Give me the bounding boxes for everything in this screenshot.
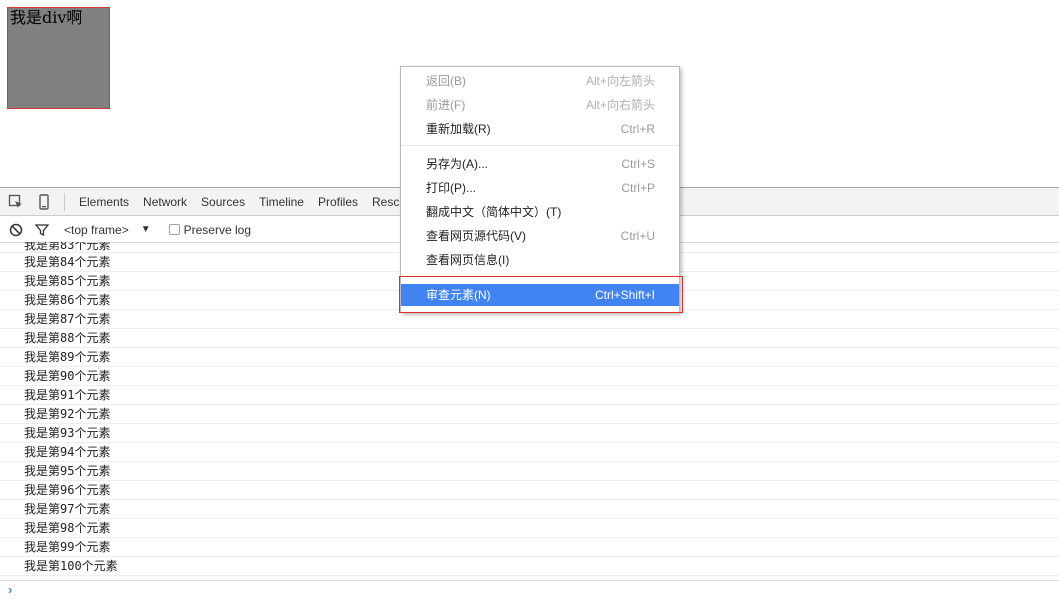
console-log-line: 我是第99个元素	[0, 538, 1059, 557]
console-log-line: 我是第100个元素	[0, 557, 1059, 576]
demo-div-text: 我是div啊	[10, 8, 83, 27]
menu-item-label: 重新加载(R)	[426, 122, 491, 136]
menu-item-shortcut: Alt+向右箭头	[585, 98, 655, 112]
console-prompt[interactable]: ›	[0, 580, 1059, 600]
tab-network[interactable]: Network	[136, 188, 194, 216]
menu-item-label: 另存为(A)...	[426, 157, 488, 171]
menu-translate[interactable]: 翻成中文（简体中文）(T)	[401, 201, 679, 223]
toolbar-divider	[64, 192, 65, 211]
preserve-log-checkbox[interactable]	[168, 224, 180, 235]
console-log-line: 我是第96个元素	[0, 481, 1059, 500]
menu-item-shortcut: Ctrl+U	[620, 229, 655, 243]
console-log-line: 我是第93个元素	[0, 424, 1059, 443]
tab-sources[interactable]: Sources	[194, 188, 252, 216]
menu-item-label: 打印(P)...	[426, 181, 476, 195]
menu-save-as[interactable]: 另存为(A)... Ctrl+S	[401, 153, 679, 175]
menu-inspect-element[interactable]: 审查元素(N) Ctrl+Shift+I	[401, 284, 679, 306]
tab-timeline[interactable]: Timeline	[252, 188, 311, 216]
preserve-log-label: Preserve log	[183, 222, 251, 237]
menu-item-label: 查看网页信息(I)	[426, 253, 510, 267]
menu-item-label: 查看网页源代码(V)	[426, 229, 526, 243]
clear-console-icon[interactable]	[6, 220, 26, 240]
console-log-line: 我是第97个元素	[0, 500, 1059, 519]
menu-item-label: 前进(F)	[426, 98, 466, 112]
menu-item-shortcut: Ctrl+R	[620, 122, 655, 136]
console-log-line: 我是第95个元素	[0, 462, 1059, 481]
menu-item-shortcut: Ctrl+P	[621, 181, 655, 195]
chevron-down-icon[interactable]: ▼	[141, 224, 151, 235]
menu-separator	[402, 276, 678, 277]
menu-forward: 前进(F) Alt+向右箭头	[401, 94, 679, 116]
console-log-line: 我是第88个元素	[0, 329, 1059, 348]
menu-item-label: 翻成中文（简体中文）(T)	[426, 205, 562, 219]
filter-icon[interactable]	[32, 220, 52, 240]
context-menu: 返回(B) Alt+向左箭头前进(F) Alt+向右箭头重新加载(R) Ctrl+R 另…	[400, 66, 680, 313]
menu-page-info[interactable]: 查看网页信息(I)	[401, 249, 679, 271]
preserve-log-toggle[interactable]: Preserve log	[168, 222, 251, 237]
menu-reload[interactable]: 重新加载(R) Ctrl+R	[401, 118, 679, 140]
menu-print[interactable]: 打印(P)... Ctrl+P	[401, 177, 679, 199]
menu-view-source[interactable]: 查看网页源代码(V) Ctrl+U	[401, 225, 679, 247]
console-log-line: 我是第92个元素	[0, 405, 1059, 424]
menu-item-label: 审查元素(N)	[426, 288, 491, 302]
demo-div: 我是div啊	[7, 7, 110, 109]
menu-item-shortcut: Alt+向左箭头	[585, 74, 655, 88]
console-log-line: 我是第98个元素	[0, 519, 1059, 538]
tab-elements[interactable]: Elements	[73, 188, 136, 216]
prompt-caret-icon: ›	[8, 582, 13, 597]
frame-selector[interactable]: <top frame>	[64, 223, 129, 237]
menu-item-shortcut: Ctrl+S	[621, 157, 655, 171]
tab-profiles[interactable]: Profiles	[311, 188, 365, 216]
console-log-line: 我是第91个元素	[0, 386, 1059, 405]
device-mode-icon[interactable]	[32, 190, 56, 214]
inspect-element-icon[interactable]	[4, 190, 28, 214]
menu-item-label: 返回(B)	[426, 74, 466, 88]
console-log-line: 我是第90个元素	[0, 367, 1059, 386]
console-log-line: 我是第94个元素	[0, 443, 1059, 462]
menu-back: 返回(B) Alt+向左箭头	[401, 70, 679, 92]
menu-separator	[402, 145, 678, 146]
console-log-line: 我是第89个元素	[0, 348, 1059, 367]
menu-item-shortcut: Ctrl+Shift+I	[594, 288, 655, 302]
